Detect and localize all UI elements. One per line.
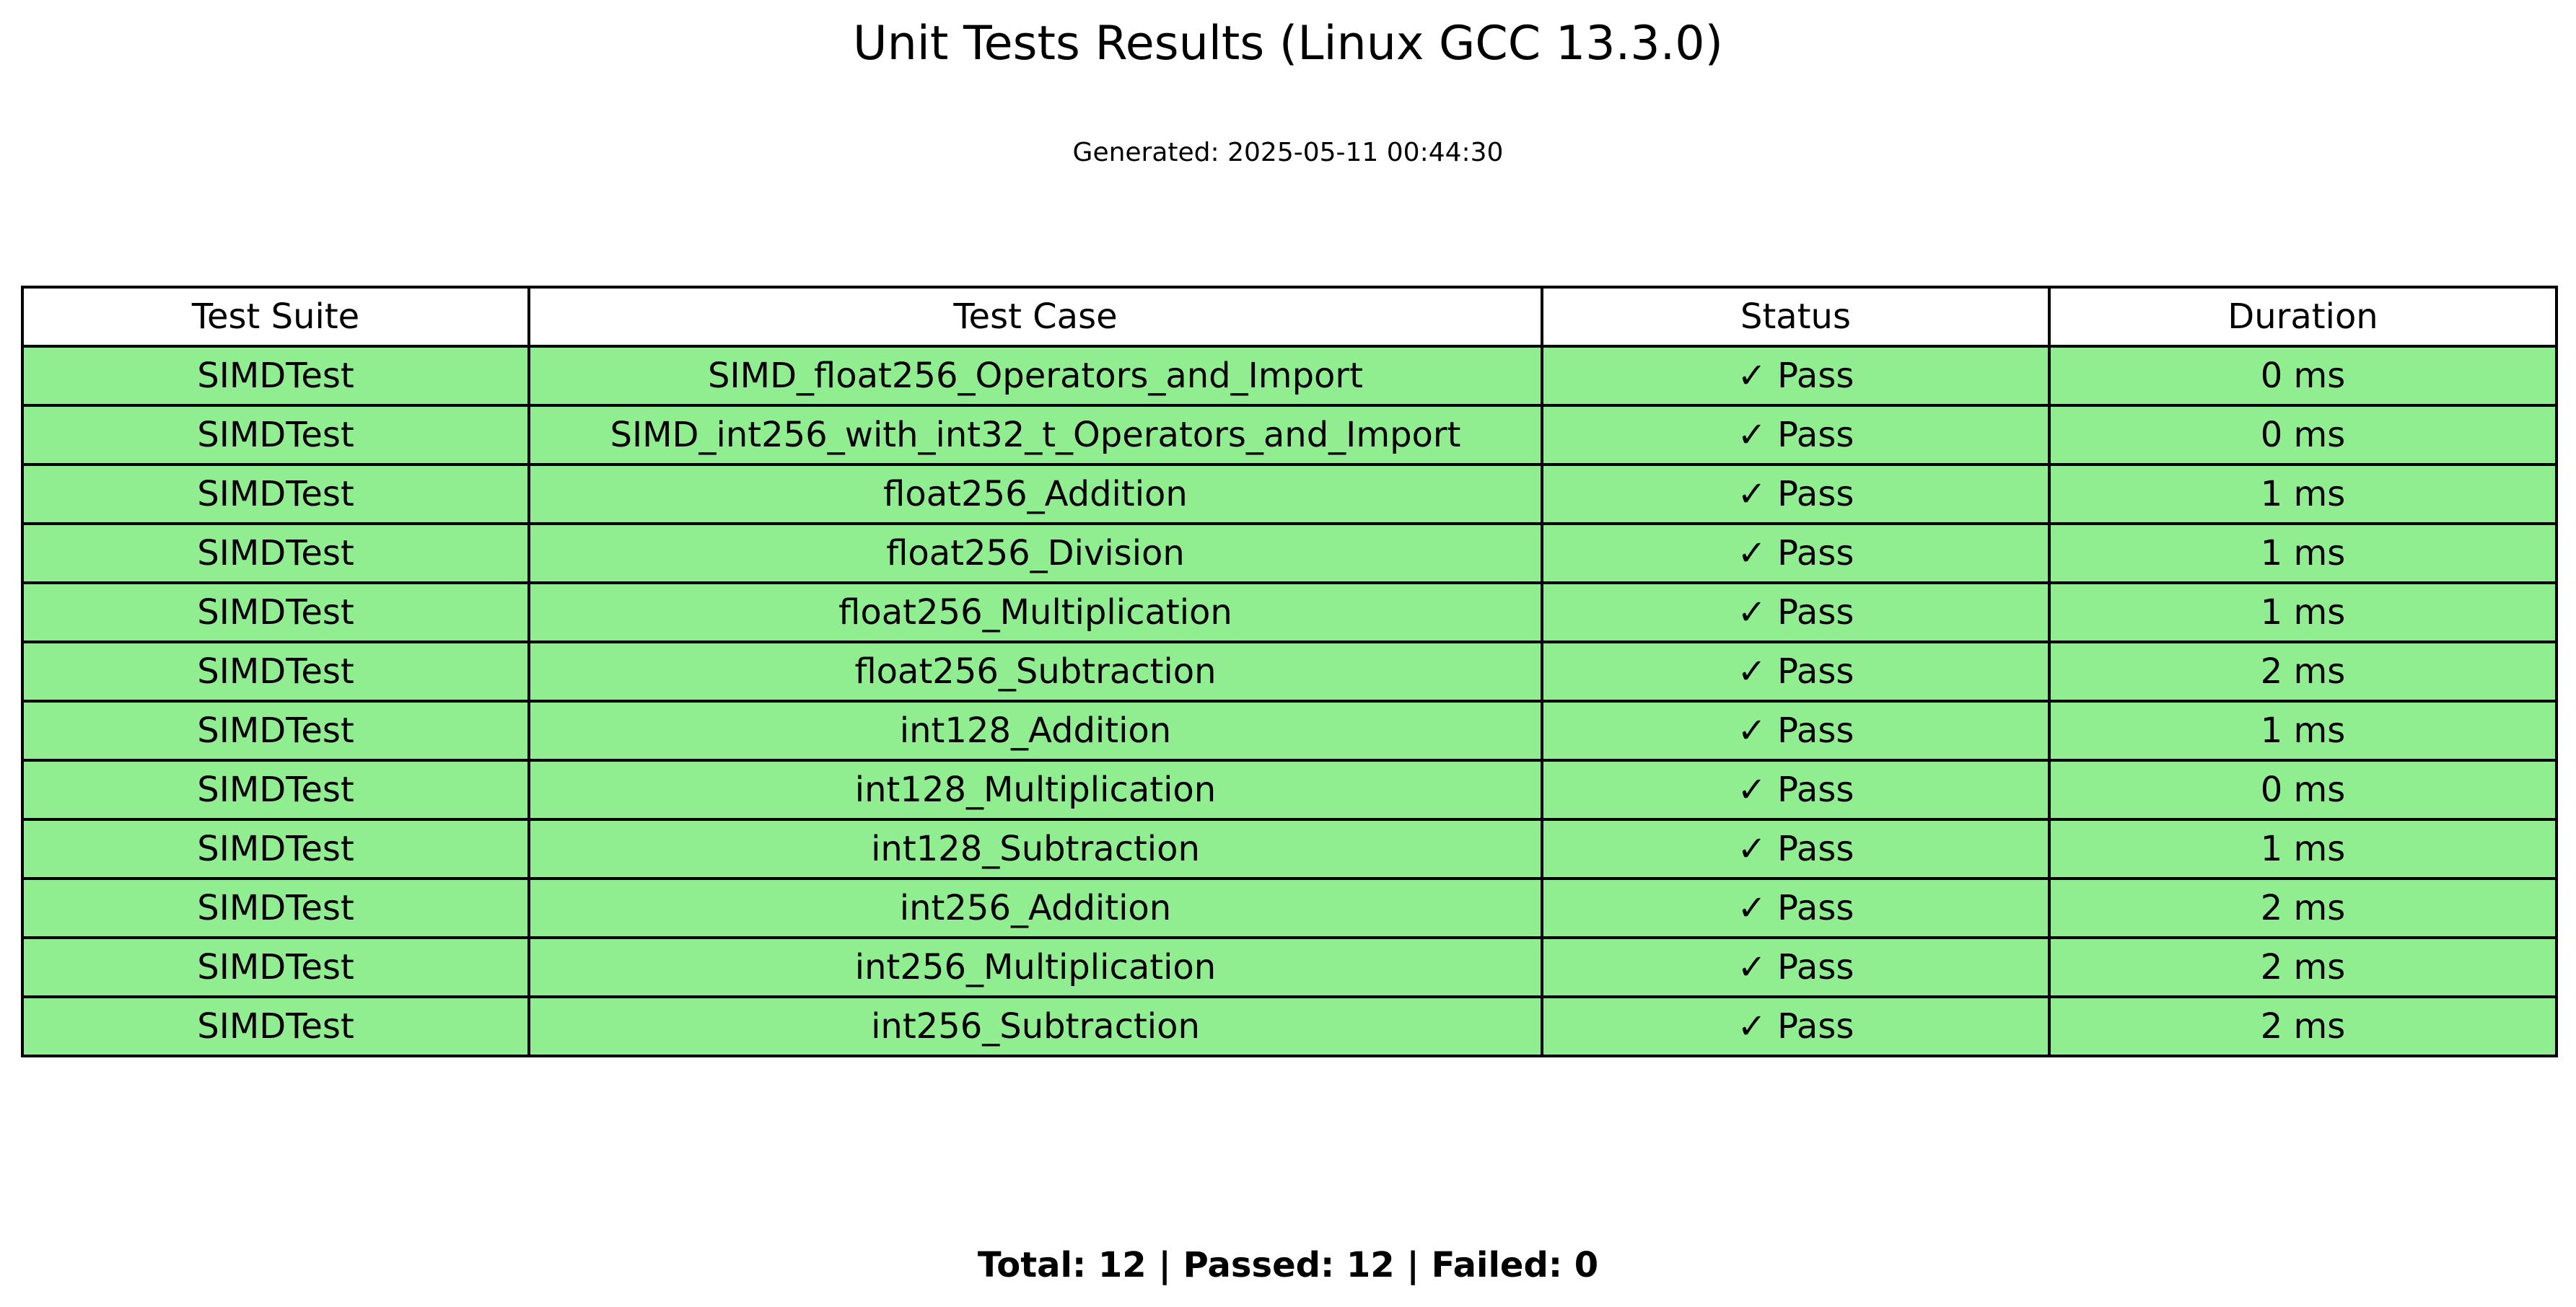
cell-test-suite: SIMDTest [21,345,530,407]
cell-test-suite: SIMDTest [21,700,530,762]
table-row: SIMDTest int128_Subtraction ✓ Pass 1 ms [21,818,2558,880]
table-row: SIMDTest int256_Subtraction ✓ Pass 2 ms [21,995,2558,1057]
cell-test-suite: SIMDTest [21,641,530,703]
table-row: SIMDTest SIMD_int256_with_int32_t_Operato… [21,404,2558,466]
column-header-test-suite: Test Suite [21,286,530,348]
cell-test-case: SIMD_float256_Operators_and_Import [527,345,1543,407]
cell-test-case: int128_Subtraction [527,818,1543,880]
cell-duration: 2 ms [2048,877,2558,939]
cell-test-case: int256_Subtraction [527,995,1543,1057]
summary-totals: Total: 12 | Passed: 12 | Failed: 0 [977,1245,1599,1285]
cell-test-suite: SIMDTest [21,522,530,584]
results-table-container: Test Suite Test Case Status Duration SIM… [21,286,2558,1057]
cell-duration: 0 ms [2048,404,2558,466]
cell-status: ✓ Pass [1541,936,2051,998]
cell-duration: 1 ms [2048,818,2558,880]
cell-status: ✓ Pass [1541,759,2051,821]
cell-status: ✓ Pass [1541,345,2051,407]
cell-status: ✓ Pass [1541,700,2051,762]
cell-test-case: int128_Addition [527,700,1543,762]
cell-test-suite: SIMDTest [21,936,530,998]
cell-test-case: SIMD_int256_with_int32_t_Operators_and_I… [527,404,1543,466]
cell-status: ✓ Pass [1541,877,2051,939]
cell-duration: 2 ms [2048,995,2558,1057]
cell-test-case: float256_Addition [527,463,1543,525]
table-row: SIMDTest int256_Addition ✓ Pass 2 ms [21,877,2558,939]
cell-status: ✓ Pass [1541,404,2051,466]
table-row: SIMDTest int256_Multiplication ✓ Pass 2 ms [21,936,2558,998]
results-table: Test Suite Test Case Status Duration SIM… [21,286,2558,1057]
cell-test-case: int256_Addition [527,877,1543,939]
table-header-row: Test Suite Test Case Status Duration [21,286,2558,348]
table-row: SIMDTest float256_Subtraction ✓ Pass 2 ms [21,641,2558,703]
cell-status: ✓ Pass [1541,995,2051,1057]
cell-duration: 0 ms [2048,345,2558,407]
cell-test-suite: SIMDTest [21,995,530,1057]
cell-duration: 1 ms [2048,463,2558,525]
cell-duration: 2 ms [2048,641,2558,703]
column-header-test-case: Test Case [527,286,1543,348]
table-row: SIMDTest int128_Multiplication ✓ Pass 0 ms [21,759,2558,821]
cell-status: ✓ Pass [1541,522,2051,584]
cell-status: ✓ Pass [1541,463,2051,525]
table-row: SIMDTest SIMD_float256_Operators_and_Impo… [21,345,2558,407]
chart-title: Unit Tests Results (Linux GCC 13.3.0) [853,17,1723,71]
cell-duration: 1 ms [2048,522,2558,584]
cell-test-case: int256_Multiplication [527,936,1543,998]
cell-test-suite: SIMDTest [21,463,530,525]
cell-duration: 2 ms [2048,936,2558,998]
cell-test-suite: SIMDTest [21,818,530,880]
cell-test-case: float256_Multiplication [527,581,1543,643]
cell-test-suite: SIMDTest [21,404,530,466]
cell-test-case: float256_Division [527,522,1543,584]
cell-status: ✓ Pass [1541,641,2051,703]
cell-duration: 0 ms [2048,759,2558,821]
table-row: SIMDTest float256_Addition ✓ Pass 1 ms [21,463,2558,525]
cell-status: ✓ Pass [1541,581,2051,643]
cell-test-suite: SIMDTest [21,759,530,821]
cell-duration: 1 ms [2048,581,2558,643]
cell-test-suite: SIMDTest [21,877,530,939]
table-row: SIMDTest float256_Multiplication ✓ Pass 1 m… [21,581,2558,643]
table-body: SIMDTest SIMD_float256_Operators_and_Impo… [21,345,2558,1057]
cell-test-suite: SIMDTest [21,581,530,643]
cell-test-case: float256_Subtraction [527,641,1543,703]
column-header-status: Status [1541,286,2051,348]
cell-duration: 1 ms [2048,700,2558,762]
cell-status: ✓ Pass [1541,818,2051,880]
cell-test-case: int128_Multiplication [527,759,1543,821]
table-row: SIMDTest float256_Division ✓ Pass 1 ms [21,522,2558,584]
generated-timestamp: Generated: 2025-05-11 00:44:30 [1072,138,1504,167]
column-header-duration: Duration [2048,286,2558,348]
table-row: SIMDTest int128_Addition ✓ Pass 1 ms [21,700,2558,762]
